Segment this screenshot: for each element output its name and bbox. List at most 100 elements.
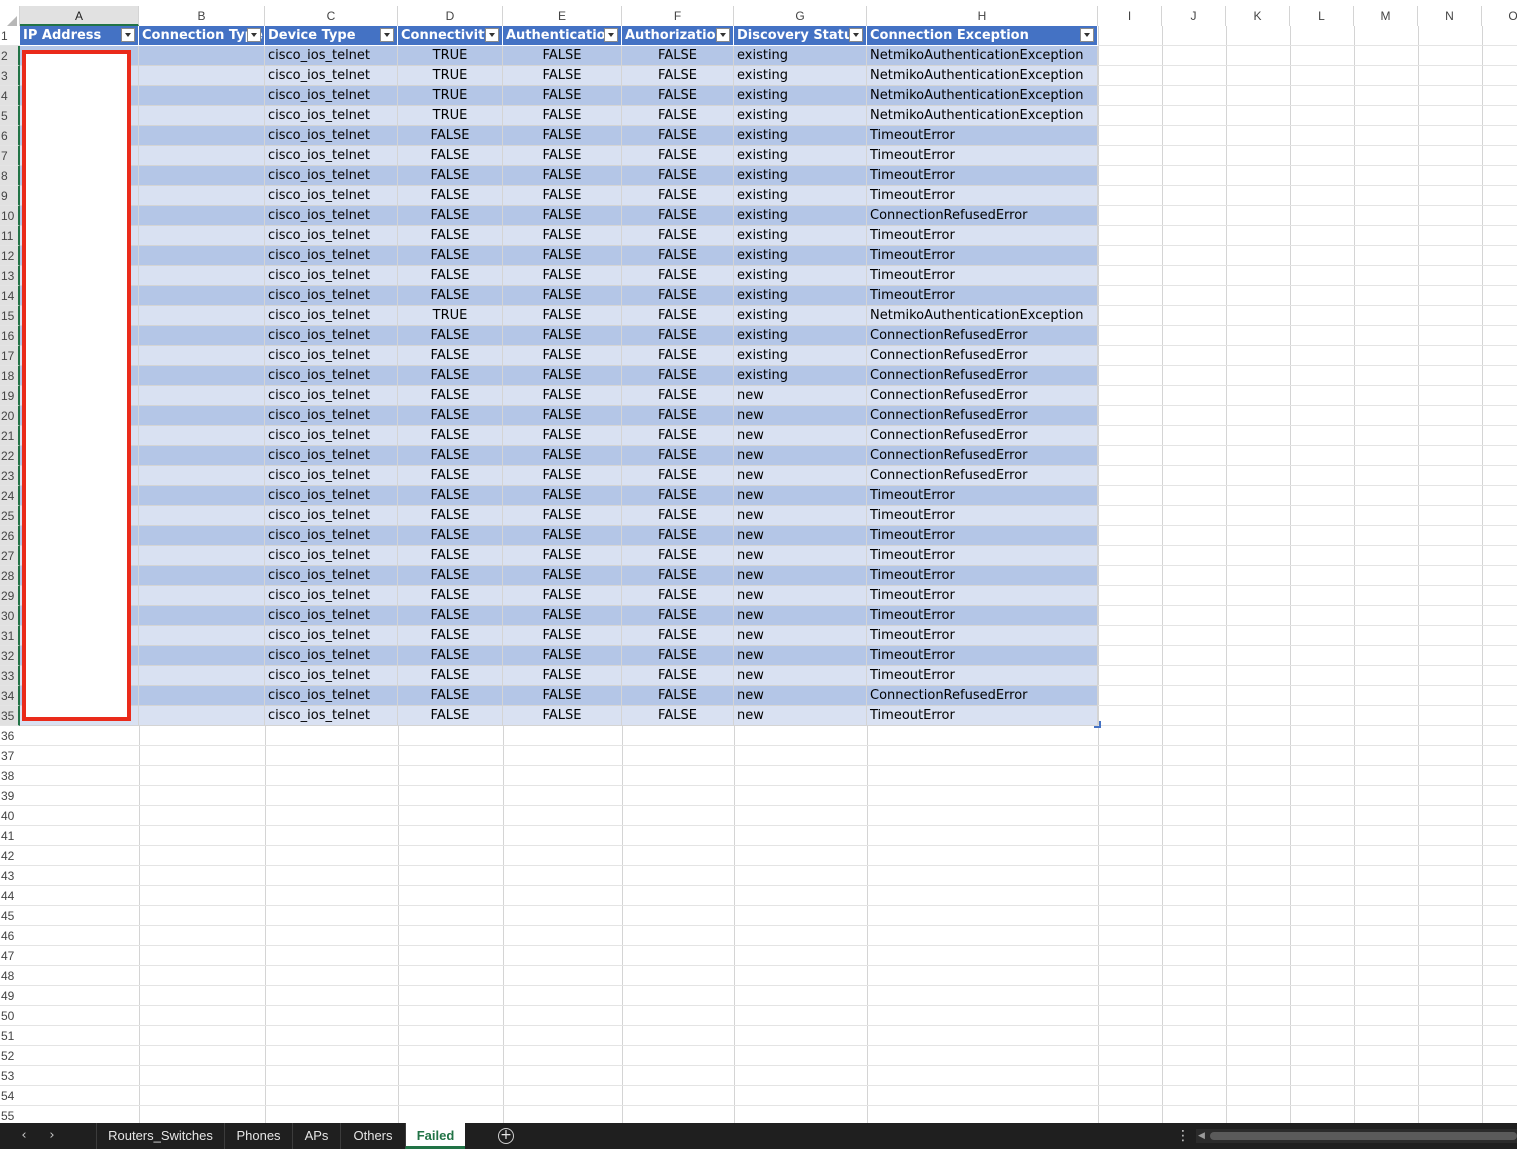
table-cell[interactable]: TimeoutError bbox=[867, 146, 1098, 166]
table-cell[interactable]: cisco_ios_telnet bbox=[265, 566, 398, 586]
table-cell[interactable]: FALSE bbox=[398, 326, 503, 346]
table-cell[interactable]: new bbox=[734, 546, 867, 566]
table-cell[interactable]: FALSE bbox=[503, 526, 622, 546]
table-header-cell[interactable]: Discovery Status bbox=[734, 26, 867, 46]
table-cell[interactable]: NetmikoAuthenticationException bbox=[867, 46, 1098, 66]
table-cell[interactable]: FALSE bbox=[622, 486, 734, 506]
sheet-tab-phones[interactable]: Phones bbox=[224, 1123, 292, 1149]
table-header-cell[interactable]: Connectivity bbox=[398, 26, 503, 46]
table-cell[interactable]: ConnectionRefusedError bbox=[867, 326, 1098, 346]
table-cell[interactable]: FALSE bbox=[503, 466, 622, 486]
table-cell[interactable]: FALSE bbox=[503, 406, 622, 426]
table-cell[interactable]: cisco_ios_telnet bbox=[265, 186, 398, 206]
filter-dropdown-icon[interactable] bbox=[716, 28, 730, 42]
table-cell[interactable]: FALSE bbox=[622, 146, 734, 166]
table-cell[interactable]: FALSE bbox=[503, 586, 622, 606]
table-cell[interactable]: FALSE bbox=[622, 66, 734, 86]
row-header[interactable]: 47 bbox=[0, 946, 20, 966]
filter-dropdown-icon[interactable] bbox=[604, 28, 618, 42]
table-cell[interactable]: FALSE bbox=[622, 506, 734, 526]
table-cell[interactable]: ConnectionRefusedError bbox=[867, 446, 1098, 466]
row-header[interactable]: 46 bbox=[0, 926, 20, 946]
row-header[interactable]: 7 bbox=[0, 146, 20, 166]
row-header[interactable]: 8 bbox=[0, 166, 20, 186]
table-cell[interactable]: FALSE bbox=[622, 186, 734, 206]
table-cell[interactable]: FALSE bbox=[398, 646, 503, 666]
table-cell[interactable] bbox=[139, 646, 265, 666]
table-cell[interactable]: NetmikoAuthenticationException bbox=[867, 106, 1098, 126]
table-cell[interactable]: FALSE bbox=[622, 586, 734, 606]
table-cell[interactable] bbox=[139, 446, 265, 466]
table-header-cell[interactable]: Connection Type bbox=[139, 26, 265, 46]
table-cell[interactable]: TRUE bbox=[398, 86, 503, 106]
row-header[interactable]: 29 bbox=[0, 586, 20, 606]
table-cell[interactable]: ConnectionRefusedError bbox=[867, 206, 1098, 226]
column-header-d[interactable]: D bbox=[398, 6, 503, 26]
table-cell[interactable]: existing bbox=[734, 246, 867, 266]
table-cell[interactable]: FALSE bbox=[398, 626, 503, 646]
table-cell[interactable] bbox=[139, 366, 265, 386]
table-cell[interactable]: cisco_ios_telnet bbox=[265, 546, 398, 566]
table-cell[interactable]: FALSE bbox=[398, 146, 503, 166]
table-header-cell[interactable]: Connection Exception bbox=[867, 26, 1098, 46]
row-header[interactable]: 1 bbox=[0, 26, 20, 46]
row-header[interactable]: 4 bbox=[0, 86, 20, 106]
table-cell[interactable]: new bbox=[734, 626, 867, 646]
table-cell[interactable]: cisco_ios_telnet bbox=[265, 686, 398, 706]
table-cell[interactable] bbox=[139, 626, 265, 646]
table-cell[interactable]: FALSE bbox=[503, 126, 622, 146]
table-cell[interactable]: ConnectionRefusedError bbox=[867, 686, 1098, 706]
table-cell[interactable]: FALSE bbox=[622, 386, 734, 406]
table-cell[interactable]: FALSE bbox=[622, 306, 734, 326]
table-cell[interactable]: cisco_ios_telnet bbox=[265, 246, 398, 266]
table-cell[interactable] bbox=[139, 406, 265, 426]
table-cell[interactable] bbox=[139, 666, 265, 686]
row-header[interactable]: 42 bbox=[0, 846, 20, 866]
row-header[interactable]: 19 bbox=[0, 386, 20, 406]
table-cell[interactable]: FALSE bbox=[503, 46, 622, 66]
table-cell[interactable]: FALSE bbox=[622, 226, 734, 246]
table-cell[interactable]: FALSE bbox=[503, 306, 622, 326]
row-header[interactable]: 2 bbox=[0, 46, 20, 66]
table-cell[interactable]: new bbox=[734, 526, 867, 546]
table-cell[interactable] bbox=[139, 166, 265, 186]
row-header[interactable]: 16 bbox=[0, 326, 20, 346]
table-cell[interactable]: FALSE bbox=[622, 546, 734, 566]
table-cell[interactable]: FALSE bbox=[398, 566, 503, 586]
table-cell[interactable]: FALSE bbox=[503, 366, 622, 386]
table-cell[interactable]: FALSE bbox=[503, 346, 622, 366]
table-cell[interactable]: existing bbox=[734, 346, 867, 366]
table-cell[interactable]: cisco_ios_telnet bbox=[265, 306, 398, 326]
table-cell[interactable]: FALSE bbox=[503, 606, 622, 626]
column-header-g[interactable]: G bbox=[734, 6, 867, 26]
row-header[interactable]: 51 bbox=[0, 1026, 20, 1046]
table-cell[interactable]: FALSE bbox=[622, 686, 734, 706]
table-cell[interactable]: FALSE bbox=[503, 286, 622, 306]
table-cell[interactable]: FALSE bbox=[622, 626, 734, 646]
table-cell[interactable]: FALSE bbox=[622, 366, 734, 386]
table-cell[interactable] bbox=[139, 186, 265, 206]
filter-dropdown-icon[interactable] bbox=[247, 28, 261, 42]
column-header-l[interactable]: L bbox=[1290, 6, 1354, 26]
table-cell[interactable]: FALSE bbox=[398, 166, 503, 186]
column-header-e[interactable]: E bbox=[503, 6, 622, 26]
row-header[interactable]: 35 bbox=[0, 706, 20, 726]
table-cell[interactable]: FALSE bbox=[398, 346, 503, 366]
table-cell[interactable]: new bbox=[734, 566, 867, 586]
table-cell[interactable] bbox=[139, 546, 265, 566]
table-cell[interactable] bbox=[139, 66, 265, 86]
table-cell[interactable]: cisco_ios_telnet bbox=[265, 526, 398, 546]
table-cell[interactable]: FALSE bbox=[398, 406, 503, 426]
column-header-a[interactable]: A bbox=[20, 6, 139, 26]
table-cell[interactable]: FALSE bbox=[398, 546, 503, 566]
table-cell[interactable]: FALSE bbox=[622, 206, 734, 226]
row-header[interactable]: 14 bbox=[0, 286, 20, 306]
plus-circle-icon[interactable]: + bbox=[498, 1128, 514, 1144]
table-cell[interactable]: FALSE bbox=[398, 386, 503, 406]
row-header[interactable]: 55 bbox=[0, 1106, 20, 1123]
table-cell[interactable] bbox=[139, 246, 265, 266]
row-header[interactable]: 21 bbox=[0, 426, 20, 446]
table-cell[interactable] bbox=[139, 566, 265, 586]
table-cell[interactable]: FALSE bbox=[622, 266, 734, 286]
table-cell[interactable]: TimeoutError bbox=[867, 186, 1098, 206]
